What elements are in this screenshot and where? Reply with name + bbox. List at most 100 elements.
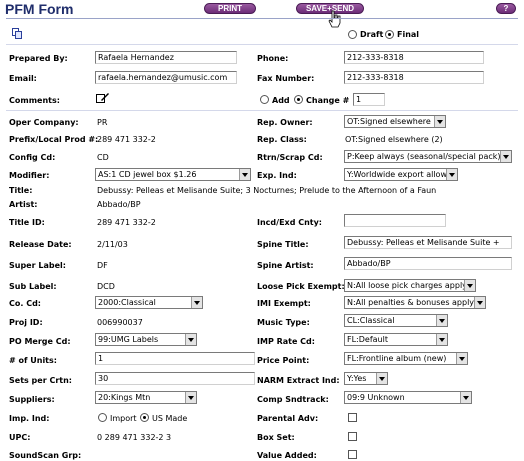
box-set-checkbox[interactable] — [348, 432, 357, 441]
draft-label: Draft — [360, 30, 384, 39]
box-set-label: Box Set: — [257, 433, 295, 442]
spine-title-input[interactable]: Debussy: Pelleas et Melisande Suite + — [344, 236, 512, 249]
sets-input[interactable]: 30 — [95, 372, 255, 385]
change-number-input[interactable]: 1 — [353, 93, 385, 106]
email-input[interactable]: rafaela.hernandez@umusic.com — [95, 71, 237, 84]
imp-rate-value: FL:Default — [347, 335, 388, 344]
phone-input[interactable]: 212-333-8318 — [344, 51, 484, 64]
narm-label: NARM Extract Ind: — [257, 376, 340, 385]
exp-ind-value: Y:Worldwide export allowed — [347, 170, 457, 179]
units-input[interactable]: 1 — [95, 352, 255, 365]
rtrn-label: Rtrn/Scrap Cd: — [257, 153, 323, 162]
us-made-radio[interactable] — [140, 413, 149, 422]
sub-label-label: Sub Label: — [9, 282, 57, 291]
suppliers-select[interactable]: 20:Kings Mtn — [95, 391, 197, 404]
value-added-checkbox[interactable] — [348, 450, 357, 459]
suppliers-label: Suppliers: — [9, 395, 55, 404]
import-radio[interactable] — [98, 413, 107, 422]
help-button[interactable]: ? — [496, 3, 516, 14]
title-id-value: 289 471 332-2 — [97, 218, 156, 227]
comp-value: 09:9 Unknown — [347, 393, 405, 402]
music-type-select[interactable]: CL:Classical — [344, 314, 448, 327]
loose-pick-select[interactable]: N:All loose pick charges apply — [344, 279, 476, 292]
oper-company-value: PR — [97, 118, 108, 127]
config-label: Config Cd: — [9, 153, 56, 162]
fax-label: Fax Number: — [257, 74, 315, 83]
hand-cursor-icon — [328, 10, 341, 28]
add-radio[interactable] — [260, 95, 269, 104]
prepared-by-label: Prepared By: — [9, 54, 68, 63]
price-point-value: FL:Frontline album (new) — [347, 354, 447, 363]
us-made-label: US Made — [152, 414, 188, 423]
spine-artist-label: Spine Artist: — [257, 261, 314, 270]
rep-class-value: OT:Signed elsewhere (2) — [345, 135, 443, 144]
email-label: Email: — [9, 74, 37, 83]
prefix-value: 289 471 332-2 — [97, 135, 156, 144]
narm-value: Y:Yes — [347, 374, 367, 383]
imp-rate-label: IMP Rate Cd: — [257, 337, 315, 346]
rtrn-select[interactable]: P:Keep always (seasonal/special pack) — [344, 150, 512, 163]
oper-company-label: Oper Company: — [9, 118, 79, 127]
suppliers-value: 20:Kings Mtn — [98, 393, 151, 402]
po-merge-select[interactable]: 99:UMG Labels — [95, 333, 197, 346]
co-cd-value: 2000:Classical — [98, 298, 156, 307]
title-id-label: Title ID: — [9, 218, 45, 227]
spine-title-label: Spine Title: — [257, 240, 309, 249]
chevron-down-icon — [436, 334, 447, 345]
chevron-down-icon — [436, 315, 447, 326]
comp-select[interactable]: 09:9 Unknown — [344, 391, 472, 404]
chevron-down-icon — [239, 169, 250, 180]
narm-select[interactable]: Y:Yes — [344, 372, 388, 385]
chevron-down-icon — [434, 116, 445, 127]
sets-label: Sets per Crtn: — [9, 376, 72, 385]
co-cd-select[interactable]: 2000:Classical — [95, 296, 203, 309]
modifier-value: AS:1 CD jewel box $1.26 — [98, 170, 197, 179]
phone-label: Phone: — [257, 54, 289, 63]
super-label-value: DF — [97, 261, 108, 270]
rep-owner-select[interactable]: OT:Signed elsewhere — [344, 115, 446, 128]
final-radio[interactable] — [385, 30, 394, 39]
chevron-down-icon — [185, 392, 196, 403]
music-type-label: Music Type: — [257, 318, 310, 327]
chevron-down-icon — [376, 373, 387, 384]
incd-input[interactable] — [344, 214, 446, 227]
print-button[interactable]: PRINT — [204, 3, 256, 14]
rep-owner-label: Rep. Owner: — [257, 118, 313, 127]
title-value: Debussy: Pelleas et Melisande Suite; 3 N… — [97, 186, 437, 195]
change-radio[interactable] — [294, 95, 303, 104]
draft-radio[interactable] — [348, 30, 357, 39]
edit-comments-icon[interactable] — [96, 92, 110, 104]
parental-checkbox[interactable] — [348, 413, 357, 422]
price-point-select[interactable]: FL:Frontline album (new) — [344, 352, 468, 365]
imp-rate-select[interactable]: FL:Default — [344, 333, 448, 346]
upc-label: UPC: — [9, 433, 31, 442]
modifier-label: Modifier: — [9, 171, 50, 180]
rtrn-value: P:Keep always (seasonal/special pack) — [347, 152, 501, 161]
loose-pick-value: N:All loose pick charges apply — [347, 281, 467, 290]
artist-value: Abbado/BP — [97, 200, 141, 209]
chevron-down-icon — [185, 334, 196, 345]
divider — [6, 44, 518, 45]
price-point-label: Price Point: — [257, 356, 310, 365]
po-merge-label: PO Merge Cd: — [9, 337, 71, 346]
music-type-value: CL:Classical — [347, 316, 395, 325]
prepared-by-input[interactable]: Rafaela Hernandez — [95, 51, 237, 64]
imi-select[interactable]: N:All penalties & bonuses apply — [344, 296, 486, 309]
copy-icon[interactable] — [12, 28, 23, 39]
proj-id-label: Proj ID: — [9, 318, 43, 327]
title-label: Title: — [9, 186, 33, 195]
spine-artist-input[interactable]: Abbado/BP — [344, 257, 512, 270]
prefix-label: Prefix/Local Prod #: — [9, 135, 99, 144]
divider — [6, 110, 518, 111]
modifier-select[interactable]: AS:1 CD jewel box $1.26 — [95, 168, 251, 181]
fax-input[interactable]: 212-333-8318 — [344, 71, 484, 84]
chevron-down-icon — [460, 392, 471, 403]
add-label: Add — [272, 96, 290, 105]
chevron-down-icon — [500, 151, 511, 162]
exp-ind-select[interactable]: Y:Worldwide export allowed — [344, 168, 458, 181]
imi-value: N:All penalties & bonuses apply — [347, 298, 475, 307]
chevron-down-icon — [474, 297, 485, 308]
imp-ind-label: Imp. Ind: — [9, 414, 50, 423]
comments-label: Comments: — [9, 96, 60, 105]
release-value: 2/11/03 — [97, 240, 128, 249]
